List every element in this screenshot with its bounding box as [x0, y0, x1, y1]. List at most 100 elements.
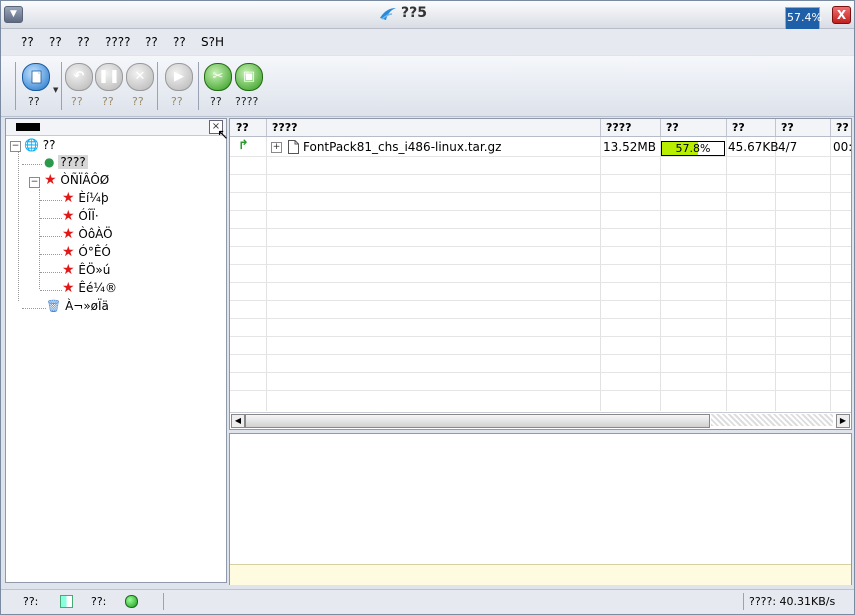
- tree-line: [22, 164, 42, 165]
- tree-root-label: ??: [42, 138, 56, 152]
- task-detail-pane: [229, 433, 852, 585]
- table-row[interactable]: ↱ + FontPack81_chs_i486-linux.tar.gz 13.…: [230, 138, 851, 156]
- column-header-time[interactable]: ??: [836, 121, 849, 134]
- tree-line: [40, 236, 62, 237]
- monitor-icon: ▣: [242, 69, 256, 84]
- root-globe-icon: 🌐: [24, 138, 39, 152]
- task-speed: 45.67KB: [728, 140, 779, 154]
- app-window: ▼ ??5 57.4% X ?? ?? ?? ???? ?? ?? S?H ▼ …: [0, 0, 855, 615]
- menu-item-help[interactable]: S?H: [201, 35, 224, 49]
- horizontal-scrollbar[interactable]: ◀ ▶: [230, 412, 851, 428]
- stop-button[interactable]: ✕: [126, 63, 154, 91]
- window-menu-button[interactable]: ▼: [4, 6, 23, 23]
- tree-item-child-2[interactable]: ★ ÓÎÏ·: [62, 208, 99, 225]
- pause-icon: ❚❚: [98, 69, 120, 84]
- tree-item-child-3[interactable]: ★ ÒôÀÖ: [62, 226, 113, 243]
- tools-button[interactable]: ✂: [204, 63, 232, 91]
- toolbar-separator: [15, 62, 16, 110]
- tree-item-downloading[interactable]: ● ????: [44, 154, 88, 171]
- close-button[interactable]: X: [832, 6, 851, 24]
- star-icon: ★: [62, 262, 75, 278]
- task-list-pane: ?? ???? ???? ?? ?? ?? ?? ↱ + FontPack81_…: [229, 118, 852, 430]
- layout-toggle-icon[interactable]: [60, 595, 73, 608]
- column-header-blocks[interactable]: ??: [781, 121, 794, 134]
- tree-child-label: ÓÎÏ·: [78, 209, 99, 223]
- menu-bar: ?? ?? ?? ???? ?? ?? S?H: [1, 29, 854, 55]
- resume-arrow-icon: ↱: [238, 138, 249, 153]
- new-task-label: ??: [28, 95, 40, 108]
- tree-item-child-4[interactable]: ★ Ó°ÊÓ: [62, 244, 111, 261]
- toolbar-separator: [157, 62, 158, 110]
- tree-collapse-root-icon[interactable]: −: [10, 141, 21, 152]
- menu-item-5[interactable]: ??: [145, 35, 158, 49]
- title-bar: ▼ ??5 57.4% X: [1, 1, 854, 41]
- play-icon: ▶: [174, 69, 184, 84]
- file-icon: [288, 140, 299, 154]
- monitor-label: ????: [235, 95, 259, 108]
- star-icon: ★: [62, 208, 75, 224]
- menu-item-6[interactable]: ??: [173, 35, 186, 49]
- undo-label: ??: [71, 95, 83, 108]
- scroll-left-icon[interactable]: ◀: [231, 414, 245, 428]
- scroll-right-icon[interactable]: ▶: [836, 414, 850, 428]
- menu-item-4[interactable]: ????: [105, 35, 130, 49]
- tree-item-trash[interactable]: 🗑 À¬»øÏä: [46, 298, 109, 315]
- menu-item-2[interactable]: ??: [49, 35, 62, 49]
- mouse-cursor-icon: ↖: [217, 127, 229, 143]
- window-title: ??5: [401, 5, 427, 21]
- play-label: ??: [171, 95, 183, 108]
- new-task-dropdown-icon[interactable]: ▼: [53, 86, 58, 94]
- toolbar-separator: [61, 62, 62, 110]
- tree-item-child-1[interactable]: ★ Èí¼þ: [62, 190, 109, 207]
- menu-item-3[interactable]: ??: [77, 35, 90, 49]
- tree-item-child-6[interactable]: ★ Êé¼®: [62, 280, 117, 297]
- status-label-2: ??:: [91, 595, 107, 608]
- trash-icon: 🗑: [46, 299, 62, 313]
- task-time: 00:: [833, 140, 852, 154]
- tree-child-label: Êé¼®: [78, 281, 117, 295]
- tree-line: [39, 189, 40, 289]
- pause-button[interactable]: ❚❚: [95, 63, 123, 91]
- tools-label: ??: [210, 95, 222, 108]
- tree-pane-title-block: [16, 123, 40, 131]
- tree-line: [22, 308, 46, 309]
- undo-button[interactable]: ↶: [65, 63, 93, 91]
- new-task-button[interactable]: [22, 63, 50, 91]
- tree-line: [40, 218, 62, 219]
- monitor-button[interactable]: ▣: [235, 63, 263, 91]
- tree-line: [40, 290, 62, 291]
- tree-child-label: ÒôÀÖ: [78, 227, 113, 241]
- task-size: 13.52MB: [603, 140, 656, 154]
- column-header-progress[interactable]: ??: [666, 121, 679, 134]
- tree-item-child-5[interactable]: ★ ÊÖ»ú: [62, 262, 110, 279]
- menu-item-1[interactable]: ??: [21, 35, 34, 49]
- tree-trash-label: À¬»øÏä: [65, 299, 109, 313]
- connection-status-icon[interactable]: [125, 595, 138, 608]
- tree-line: [40, 254, 62, 255]
- star-icon: ★: [62, 190, 75, 206]
- pause-label: ??: [102, 95, 114, 108]
- tree-collapse-category-icon[interactable]: −: [29, 177, 40, 188]
- tree-line: [40, 272, 62, 273]
- scroll-track[interactable]: [711, 414, 833, 426]
- column-header-filename[interactable]: ????: [272, 121, 298, 134]
- play-button[interactable]: ▶: [165, 63, 193, 91]
- column-header-speed[interactable]: ??: [732, 121, 745, 134]
- tree-child-label: Ó°ÊÓ: [78, 245, 111, 259]
- tree-item-downloaded[interactable]: ★ ÒÑÏÂÔØ: [44, 172, 109, 189]
- task-filename: FontPack81_chs_i486-linux.tar.gz: [303, 140, 502, 154]
- task-progress-text: 57.8%: [675, 142, 711, 155]
- tree-item-root[interactable]: 🌐 ??: [24, 137, 56, 154]
- column-header-status[interactable]: ??: [236, 121, 249, 134]
- tree-line: [40, 200, 62, 201]
- stop-icon: ✕: [134, 69, 146, 84]
- undo-icon: ↶: [73, 69, 85, 84]
- column-header-size[interactable]: ????: [606, 121, 632, 134]
- scroll-thumb[interactable]: [245, 414, 710, 428]
- status-bar: ??: ??: ????: 40.31KB/s: [1, 589, 854, 614]
- new-task-icon: [31, 70, 42, 84]
- stop-label: ??: [132, 95, 144, 108]
- tree-child-label: ÊÖ»ú: [78, 263, 111, 277]
- row-expand-icon[interactable]: +: [271, 142, 282, 153]
- star-icon: ★: [62, 226, 75, 242]
